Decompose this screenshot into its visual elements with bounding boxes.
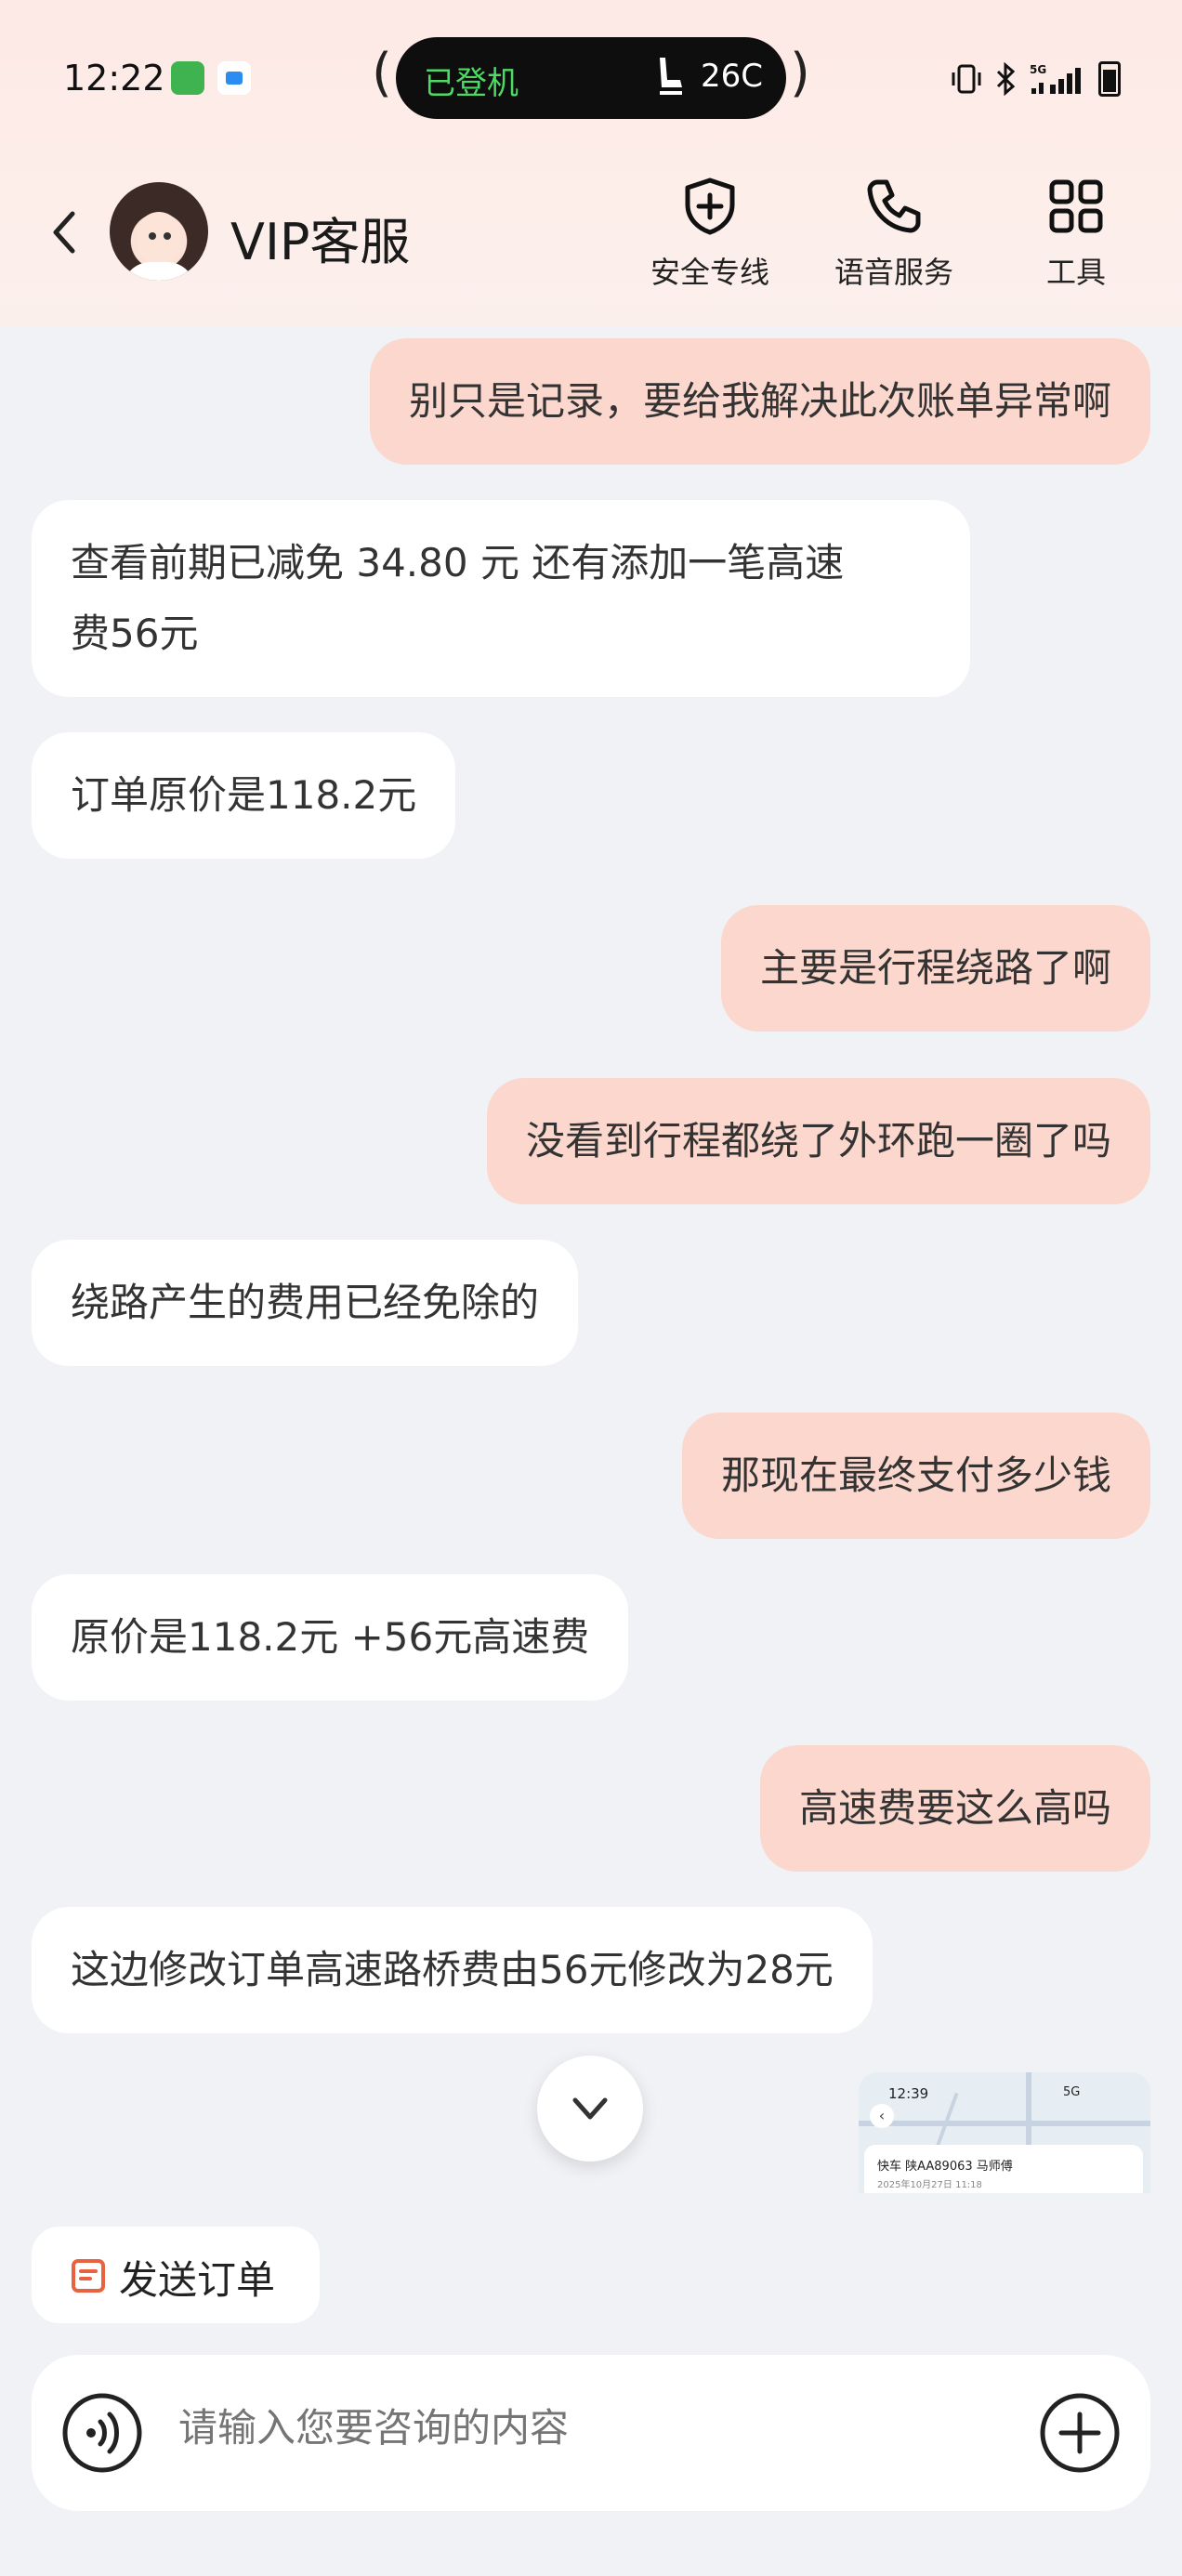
voice-service-label: 语音服务	[834, 255, 953, 290]
bluetooth-icon	[996, 62, 1016, 96]
safety-line-label: 安全专线	[650, 255, 769, 290]
thumbnail-back-icon: ‹	[870, 2104, 894, 2128]
voice-input-icon[interactable]	[61, 2392, 143, 2474]
thumbnail-line: 快车 陕AA89063 马师傅	[877, 2160, 1013, 2174]
safety-line-button[interactable]: 安全专线	[636, 177, 784, 292]
back-icon[interactable]	[46, 208, 84, 256]
svg-text:5G: 5G	[1030, 63, 1046, 76]
send-order-button[interactable]: 发送订单	[32, 2227, 320, 2323]
user-message[interactable]: 高速费要这么高吗	[759, 1745, 1150, 1872]
message-input[interactable]	[178, 2405, 940, 2451]
thumbnail-time: 12:39	[888, 2085, 929, 2102]
battery-icon	[1098, 61, 1121, 97]
island-bracket-left: (	[372, 43, 392, 103]
vibrate-icon	[952, 64, 981, 94]
app-notification-icon	[171, 61, 204, 95]
status-time: 12:22	[63, 58, 165, 99]
agent-message[interactable]: 这边修改订单高速路桥费由56元修改为28元	[32, 1907, 873, 2033]
message-line: 查看前期已减免 34.80 元 还有添加一笔高速	[71, 540, 845, 585]
island-bracket-right: )	[790, 43, 810, 103]
signal-icon: 5G	[1030, 63, 1081, 94]
send-order-label: 发送订单	[119, 2257, 276, 2303]
chevron-down-icon	[572, 2097, 608, 2120]
agent-message[interactable]: 原价是118.2元 +56元高速费	[32, 1574, 629, 1701]
agent-message[interactable]: 绕路产生的费用已经免除的	[32, 1240, 579, 1366]
user-message[interactable]: 别只是记录，要给我解决此次账单异常啊	[369, 338, 1150, 465]
message-input-bar	[32, 2355, 1150, 2511]
thumbnail-line: 2025年10月27日 11:18	[877, 2180, 982, 2190]
status-icons: 5G	[950, 61, 1121, 97]
nav-bar: VIP客服 安全专线 语音服务 工具	[0, 167, 1182, 297]
header: 12:22 ( 已登机 26C ) 5G VIP客服 安全专线 语音服务 工具	[0, 0, 1182, 327]
scroll-to-bottom-button[interactable]	[537, 2056, 643, 2162]
agent-message[interactable]: 查看前期已减免 34.80 元 还有添加一笔高速 费56元	[32, 500, 970, 697]
voice-service-button[interactable]: 语音服务	[820, 177, 968, 292]
boarding-status: 已登机	[424, 65, 519, 102]
user-message[interactable]: 那现在最终支付多少钱	[681, 1413, 1150, 1539]
phone-icon	[867, 179, 921, 233]
shield-plus-icon	[685, 177, 735, 235]
order-document-icon	[72, 2259, 105, 2293]
agent-message[interactable]: 订单原价是118.2元	[32, 732, 456, 859]
user-message[interactable]: 没看到行程都绕了外环跑一圈了吗	[486, 1078, 1150, 1204]
avatar	[110, 182, 208, 281]
tools-button[interactable]: 工具	[1002, 177, 1150, 292]
grid-icon	[1049, 179, 1103, 233]
user-message[interactable]: 主要是行程绕路了啊	[720, 905, 1150, 1032]
tools-label: 工具	[1045, 255, 1106, 290]
image-message-thumbnail[interactable]: 12:39 5G ‹ 快车 陕AA89063 马师傅 2025年10月27日 1…	[859, 2072, 1150, 2193]
plus-icon[interactable]	[1039, 2392, 1121, 2474]
message-line: 费56元	[71, 611, 199, 656]
dynamic-island[interactable]: 已登机 26C	[396, 37, 786, 119]
seat-icon	[660, 58, 682, 95]
thumbnail-status: 5G	[1063, 2085, 1081, 2099]
seat-number: 26C	[701, 58, 764, 95]
thumbnail-card: 快车 陕AA89063 马师傅 2025年10月27日 11:18	[864, 2145, 1143, 2193]
status-bar: 12:22 ( 已登机 26C ) 5G	[0, 37, 1182, 121]
app-notification-icon	[217, 61, 251, 95]
page-title: VIP客服	[230, 213, 411, 271]
